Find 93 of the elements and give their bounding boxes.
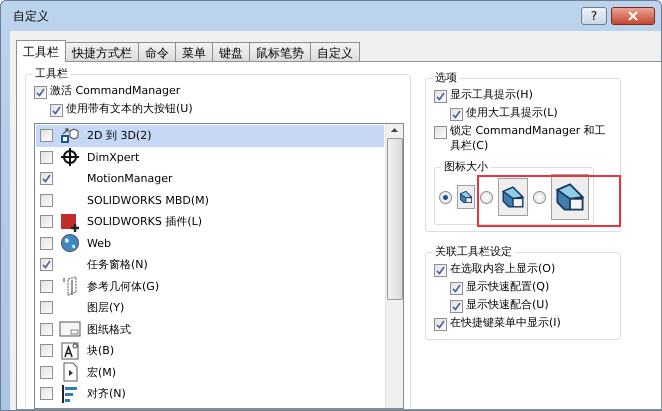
checkbox-option[interactable]: 激活 CommandManager	[34, 83, 404, 101]
item-label: 块(B)	[87, 343, 114, 358]
item-label: 图纸格式	[87, 322, 131, 337]
item-label: 任务窗格(N)	[87, 257, 148, 272]
group-title: 图标大小	[441, 159, 491, 174]
item-label: 宏(M)	[87, 364, 116, 380]
checkbox[interactable]	[434, 318, 447, 331]
checkbox[interactable]	[40, 150, 53, 164]
list-item[interactable]: 参考几何体(G)	[36, 276, 384, 297]
checkbox-option[interactable]: 在选取内容上显示(O)	[434, 261, 612, 279]
checkbox-option[interactable]: 显示快速配合(U)	[450, 297, 612, 315]
checkbox[interactable]	[40, 258, 53, 272]
checkbox-label: 使用带有文本的大按钮(U)	[66, 101, 193, 116]
tab[interactable]: 快捷方式栏	[65, 42, 139, 61]
scroll-thumb[interactable]	[386, 138, 402, 300]
item-label: 图层(Y)	[87, 300, 124, 316]
item-label: 对齐(N)	[87, 386, 126, 402]
group-title: 工具栏	[32, 66, 71, 81]
window-title: 自定义	[13, 8, 50, 24]
checkbox[interactable]	[40, 194, 53, 207]
checkbox[interactable]	[434, 126, 447, 139]
list-item[interactable]: 2D 到 3D(2)	[36, 125, 384, 146]
item-label: SOLIDWORKS MBD(M)	[87, 194, 209, 207]
checkbox[interactable]	[50, 104, 63, 117]
tab[interactable]: 工具栏	[16, 40, 66, 62]
checkbox-label: 在选取内容上显示(O)	[450, 261, 556, 276]
checkbox[interactable]	[40, 236, 53, 250]
checkbox[interactable]	[40, 344, 53, 358]
item-label: 2D 到 3D(2)	[87, 128, 152, 144]
checkbox-option[interactable]: 在快捷键菜单中显示(I)	[434, 315, 612, 333]
checkbox[interactable]	[40, 387, 53, 400]
list-item[interactable]: 图层(Y)	[36, 297, 384, 318]
list-item[interactable]: SOLIDWORKS MBD(M)	[36, 190, 384, 211]
list-item[interactable]: DimXpert	[36, 146, 384, 168]
list-item[interactable]: 块(B)	[36, 340, 384, 362]
checkbox[interactable]	[34, 86, 47, 99]
tab[interactable]: 菜单	[175, 42, 213, 61]
list-item[interactable]: SOLIDWORKS 插件(L)	[36, 211, 384, 232]
tab[interactable]: 命令	[138, 42, 176, 61]
checkbox[interactable]	[450, 282, 463, 295]
group-title: 关联工具栏设定	[432, 244, 515, 259]
list-item[interactable]: MotionManager	[36, 168, 384, 190]
checkbox-label: 显示工具提示(H)	[450, 87, 533, 102]
help-button[interactable]: ?	[581, 7, 607, 25]
sheet-icon	[59, 319, 81, 340]
checkbox[interactable]	[434, 90, 447, 103]
checkbox[interactable]	[450, 108, 463, 121]
item-label: DimXpert	[87, 150, 140, 164]
list-item[interactable]: 宏(M)	[36, 362, 384, 383]
item-label: SOLIDWORKS 插件(L)	[87, 214, 202, 230]
cube-icon	[59, 126, 81, 146]
item-label: 参考几何体(G)	[87, 278, 160, 294]
item-label: Web	[87, 236, 111, 250]
globe-icon	[59, 233, 81, 254]
list-item[interactable]: Web	[36, 232, 384, 254]
checkbox-label: 激活 CommandManager	[50, 83, 180, 98]
list-item[interactable]: 任务窗格(N)	[36, 254, 384, 276]
radio-button[interactable]	[480, 190, 493, 204]
list-item[interactable]: 图纸格式	[36, 318, 384, 340]
cube-icon[interactable]	[551, 174, 589, 220]
checkbox[interactable]	[40, 322, 53, 336]
scrollbar[interactable]	[385, 124, 403, 408]
checkbox[interactable]	[434, 264, 447, 277]
tab[interactable]: 键盘	[212, 42, 250, 61]
checkbox-label: 使用大工具提示(L)	[466, 105, 558, 120]
close-icon	[628, 11, 638, 21]
checkbox[interactable]	[40, 172, 53, 186]
checkbox[interactable]	[40, 129, 53, 142]
checkbox[interactable]	[450, 300, 463, 313]
checkbox-option[interactable]: 显示快速配置(Q)	[450, 279, 612, 297]
checkbox-label: 在快捷键菜单中显示(I)	[450, 315, 561, 330]
checkbox[interactable]	[40, 366, 53, 379]
cube-icon[interactable]	[498, 178, 528, 216]
item-label: MotionManager	[87, 172, 173, 186]
radio-button[interactable]	[439, 190, 452, 204]
tab[interactable]: 鼠标笔势	[249, 42, 311, 61]
checkbox-label: 显示快速配合(U)	[466, 297, 549, 312]
close-button[interactable]	[611, 7, 655, 25]
crosshair-icon	[59, 147, 81, 168]
group-title: 选项	[432, 70, 460, 85]
tab[interactable]: 自定义	[310, 42, 360, 61]
checkbox-label: 显示快速配置(Q)	[466, 279, 550, 294]
cube-icon[interactable]	[457, 185, 475, 209]
checkbox-option[interactable]: 使用大工具提示(L)	[450, 105, 612, 123]
checkbox[interactable]	[40, 301, 53, 314]
checkbox-option[interactable]: 使用带有文本的大按钮(U)	[50, 101, 404, 119]
checkbox-option[interactable]: 显示工具提示(H)	[434, 87, 612, 105]
checkbox[interactable]	[40, 215, 53, 228]
list-item[interactable]: 对齐(N)	[36, 383, 384, 404]
radio-button[interactable]	[533, 190, 546, 204]
checkbox[interactable]	[40, 280, 53, 293]
addin-icon	[59, 212, 81, 232]
block-icon	[59, 340, 81, 361]
